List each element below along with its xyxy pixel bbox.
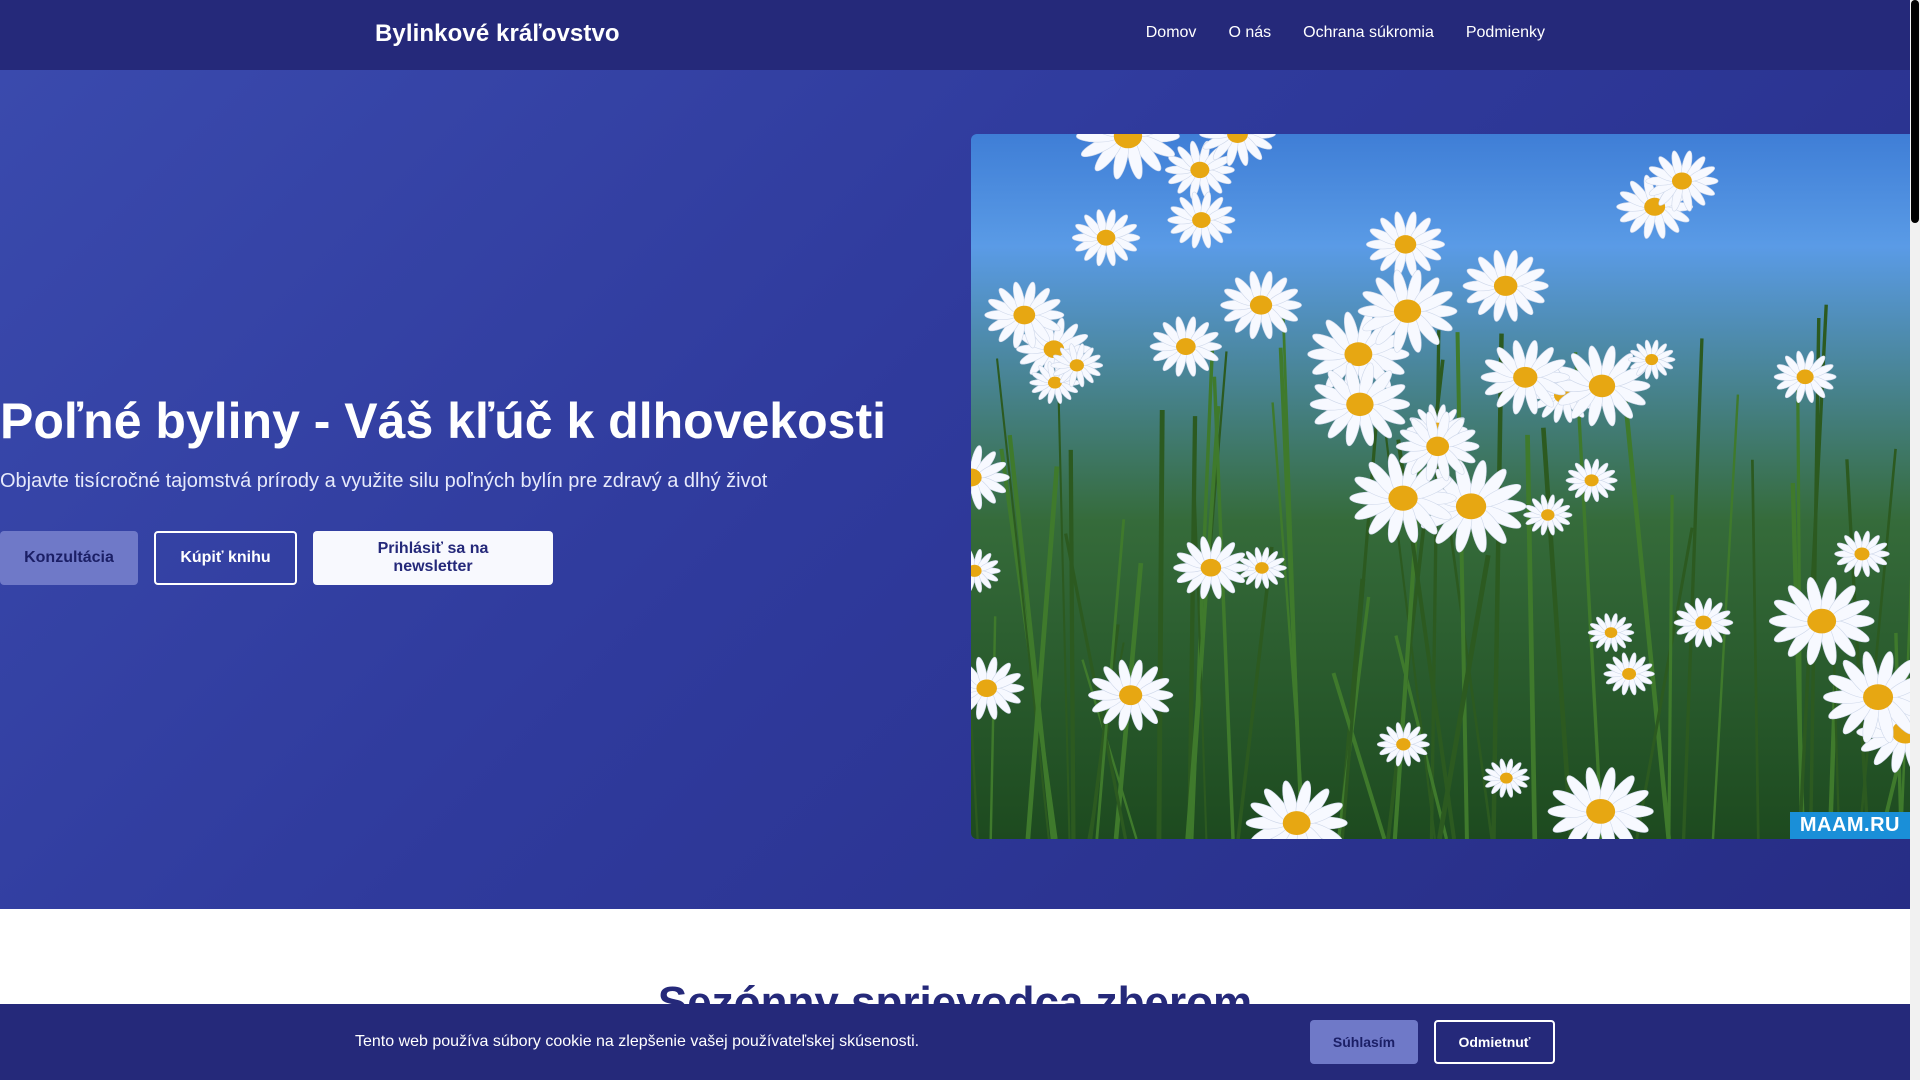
chamomile-illustration xyxy=(971,134,1910,839)
cookie-decline-button[interactable]: Odmietnuť xyxy=(1434,1020,1555,1064)
buy-book-button[interactable]: Kúpiť knihu xyxy=(154,531,297,585)
nav-link-privacy[interactable]: Ochrana súkromia xyxy=(1303,24,1434,42)
site-header: Bylinkové kráľovstvo Domov O nás Ochrana… xyxy=(0,0,1910,70)
cookie-message: Tento web používa súbory cookie na zlepš… xyxy=(355,1033,920,1050)
scrollbar-thumb[interactable] xyxy=(1911,0,1919,223)
hero-actions: Konzultácia Kúpiť knihu Prihlásiť sa na … xyxy=(0,531,553,585)
hero-section: Poľné byliny - Váš kľúč k dlhovekosti Ob… xyxy=(0,70,1910,909)
nav-link-home[interactable]: Domov xyxy=(1146,24,1197,42)
consultation-button[interactable]: Konzultácia xyxy=(0,531,138,585)
hero-title: Poľné byliny - Váš kľúč k dlhovekosti xyxy=(0,393,887,449)
page: Bylinkové kráľovstvo Domov O nás Ochrana… xyxy=(0,0,1910,1080)
main-nav: Domov O nás Ochrana súkromia Podmienky xyxy=(1146,24,1545,42)
cookie-consent-bar: Tento web používa súbory cookie na zlepš… xyxy=(0,1004,1910,1080)
chamomile-field-image: MAAM.RU xyxy=(971,134,1910,839)
nav-link-terms[interactable]: Podmienky xyxy=(1466,24,1545,42)
newsletter-button[interactable]: Prihlásiť sa na newsletter xyxy=(313,531,553,585)
nav-link-about[interactable]: O nás xyxy=(1228,24,1271,42)
hero-subtitle: Objavte tisícročné tajomstvá prírody a v… xyxy=(0,470,768,492)
brand-logo-text[interactable]: Bylinkové kráľovstvo xyxy=(375,20,620,48)
image-watermark: MAAM.RU xyxy=(1789,812,1910,839)
page-scrollbar[interactable] xyxy=(1910,0,1920,1080)
cookie-accept-button[interactable]: Súhlasím xyxy=(1310,1020,1418,1064)
